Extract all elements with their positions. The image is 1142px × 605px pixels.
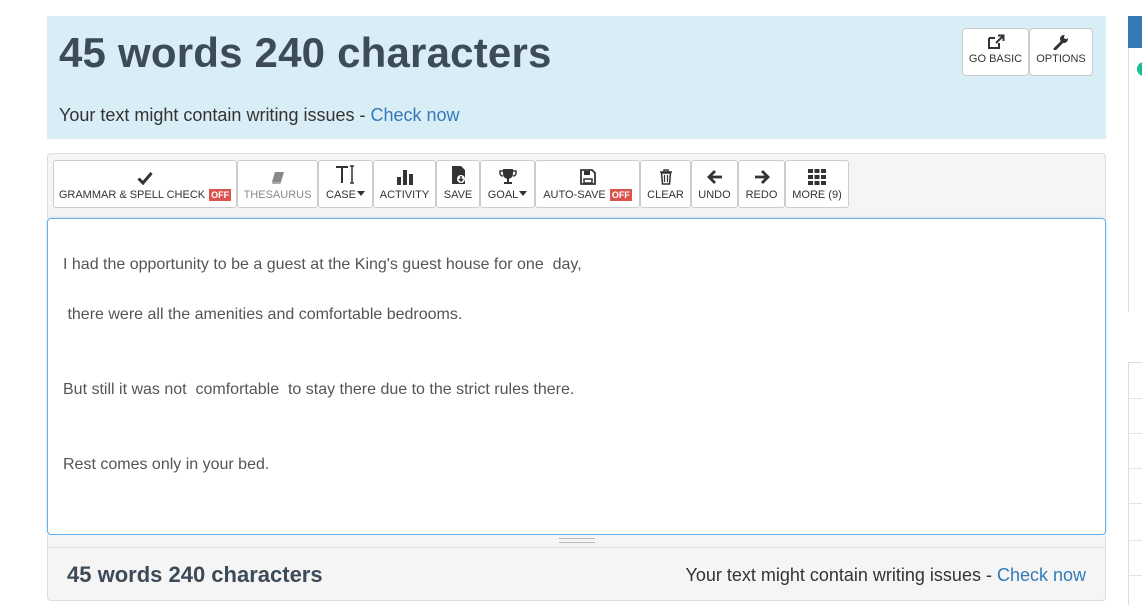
resize-grip-icon bbox=[559, 538, 595, 543]
counter-footer: 45 words 240 characters Your text might … bbox=[47, 547, 1106, 601]
undo-label: UNDO bbox=[698, 189, 731, 201]
text-case-icon bbox=[335, 165, 354, 184]
check-now-link[interactable]: Check now bbox=[370, 105, 459, 125]
text-editor[interactable]: I had the opportunity to be a guest at t… bbox=[47, 218, 1106, 535]
arrow-right-icon bbox=[754, 170, 770, 184]
options-label: OPTIONS bbox=[1036, 53, 1086, 65]
check-icon bbox=[137, 172, 153, 185]
sidebar-divider bbox=[1128, 433, 1142, 434]
arrow-left-icon bbox=[706, 170, 722, 184]
save-button[interactable]: SAVE bbox=[436, 160, 480, 208]
writing-issues-notice: Your text might contain writing issues -… bbox=[59, 105, 460, 126]
case-label: CASE bbox=[326, 189, 356, 201]
bar-chart-icon bbox=[396, 170, 413, 185]
editor-line[interactable]: there were all the amenities and comfort… bbox=[63, 306, 462, 324]
save-label: SAVE bbox=[443, 189, 473, 201]
sidebar-divider bbox=[1128, 540, 1142, 541]
options-button[interactable]: OPTIONS bbox=[1029, 28, 1093, 76]
goal-button[interactable]: GOAL bbox=[480, 160, 535, 208]
writing-issues-text: Your text might contain writing issues - bbox=[59, 105, 371, 125]
thesaurus-label: THESAURUS bbox=[243, 189, 312, 201]
grammar-spell-check-button[interactable]: GRAMMAR & SPELL CHECK OFF bbox=[53, 160, 237, 208]
status-dot-icon bbox=[1137, 62, 1142, 76]
external-link-icon bbox=[987, 34, 1004, 49]
word-count-title: 45 words 240 characters bbox=[59, 29, 552, 76]
clear-label: CLEAR bbox=[647, 189, 684, 201]
sidebar-divider bbox=[1128, 575, 1142, 576]
editor-toolbar: GRAMMAR & SPELL CHECK OFF THESAURUS CASE… bbox=[47, 153, 1106, 218]
trophy-icon bbox=[498, 169, 517, 184]
wrench-icon bbox=[1053, 35, 1068, 50]
redo-label: REDO bbox=[745, 189, 778, 201]
trash-icon bbox=[659, 169, 672, 185]
activity-label: ACTIVITY bbox=[379, 189, 430, 201]
editor-line[interactable]: Rest comes only in your bed. bbox=[63, 456, 269, 474]
grid-icon bbox=[808, 169, 826, 185]
grammar-label: GRAMMAR & SPELL CHECK bbox=[58, 189, 206, 201]
activity-button[interactable]: ACTIVITY bbox=[373, 160, 436, 208]
thesaurus-button[interactable]: THESAURUS bbox=[237, 160, 318, 208]
grammar-off-badge: OFF bbox=[209, 189, 232, 201]
sidebar-panel bbox=[1128, 48, 1142, 312]
editor-line[interactable]: But still it was not comfortable to stay… bbox=[63, 381, 574, 399]
footer-writing-issues-notice: Your text might contain writing issues -… bbox=[685, 565, 1086, 586]
save-file-icon bbox=[451, 166, 465, 184]
more-button[interactable]: MORE (9) bbox=[785, 160, 849, 208]
chevron-down-icon bbox=[519, 191, 528, 196]
footer-check-now-link[interactable]: Check now bbox=[997, 565, 1086, 585]
sidebar-divider bbox=[1128, 468, 1142, 469]
book-icon bbox=[271, 172, 284, 184]
go-basic-label: GO BASIC bbox=[968, 53, 1023, 65]
undo-button[interactable]: UNDO bbox=[691, 160, 738, 208]
sidebar-tab[interactable] bbox=[1128, 16, 1142, 48]
auto-save-button[interactable]: AUTO-SAVE OFF bbox=[535, 160, 640, 208]
sidebar-divider bbox=[1128, 398, 1142, 399]
footer-word-count: 45 words 240 characters bbox=[67, 562, 323, 587]
more-label: MORE (9) bbox=[792, 189, 842, 201]
goal-label: GOAL bbox=[487, 189, 519, 201]
floppy-disk-icon bbox=[579, 169, 596, 185]
case-button[interactable]: CASE bbox=[318, 160, 373, 208]
chevron-down-icon bbox=[356, 191, 365, 196]
footer-writing-issues-text: Your text might contain writing issues - bbox=[685, 565, 997, 585]
clear-button[interactable]: CLEAR bbox=[640, 160, 691, 208]
redo-button[interactable]: REDO bbox=[738, 160, 785, 208]
editor-line[interactable]: I had the opportunity to be a guest at t… bbox=[63, 256, 582, 274]
counter-header: 45 words 240 characters Your text might … bbox=[47, 16, 1106, 139]
go-basic-button[interactable]: GO BASIC bbox=[962, 28, 1029, 76]
auto-save-off-badge: OFF bbox=[609, 189, 632, 201]
sidebar-divider bbox=[1128, 503, 1142, 504]
auto-save-label: AUTO-SAVE bbox=[543, 189, 606, 201]
editor-resize-handle[interactable] bbox=[47, 535, 1106, 547]
